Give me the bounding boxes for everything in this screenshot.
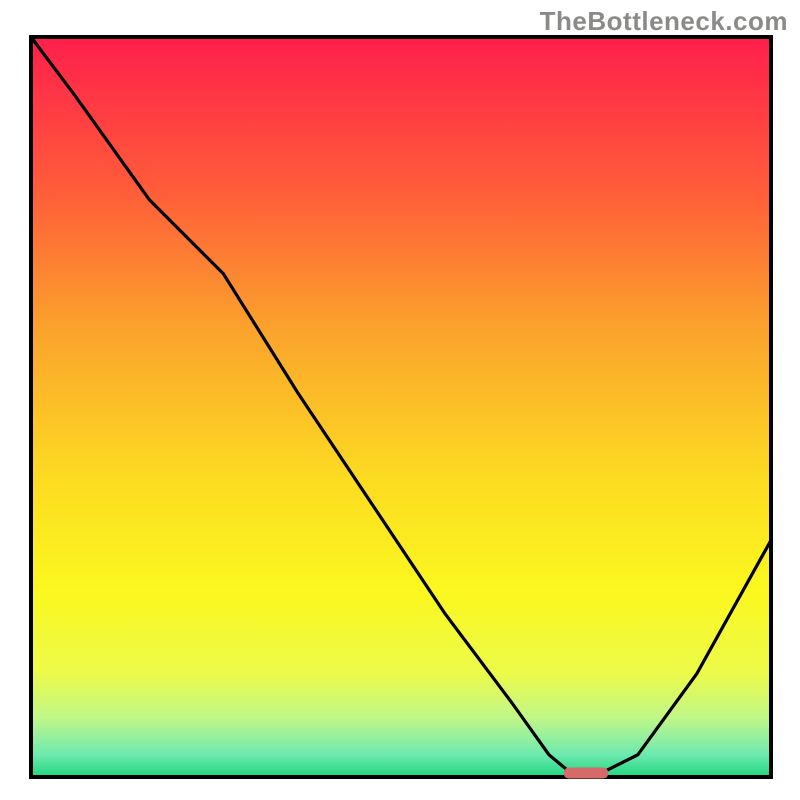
watermark-text: TheBottleneck.com	[540, 6, 788, 37]
bottleneck-chart: TheBottleneck.com	[0, 0, 800, 800]
chart-svg	[0, 0, 800, 800]
optimal-range-marker	[564, 768, 608, 779]
plot-gradient-background	[31, 37, 771, 777]
